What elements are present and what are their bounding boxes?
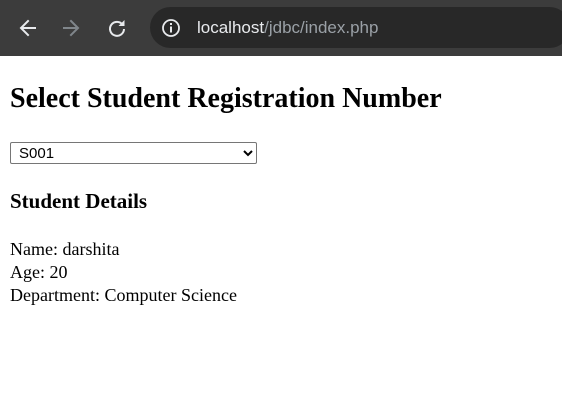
age-value: 20 [49, 262, 68, 282]
arrow-left-icon [19, 19, 36, 37]
name-row: Name: darshita [10, 238, 555, 261]
info-circle-icon [161, 18, 180, 37]
department-row: Department: Computer Science [10, 284, 555, 307]
name-value: darshita [62, 239, 120, 259]
department-label: Department: [10, 285, 100, 305]
age-row: Age: 20 [10, 261, 555, 284]
page-title: Select Student Registration Number [10, 83, 442, 114]
address-bar[interactable]: localhost/jdbc/index.php [150, 7, 562, 48]
name-label: Name: [10, 239, 58, 259]
browser-toolbar: localhost/jdbc/index.php [0, 0, 562, 56]
forward-button[interactable] [55, 12, 87, 44]
department-value: Computer Science [104, 285, 237, 305]
reload-button[interactable] [101, 12, 133, 44]
page-content: Select Student Registration Number S001 … [10, 56, 555, 307]
registration-number-select[interactable]: S001 [10, 142, 257, 164]
url-host: localhost [197, 18, 265, 37]
url-path: /jdbc/index.php [264, 18, 379, 37]
student-details: Name: darshita Age: 20 Department: Compu… [10, 238, 555, 307]
student-details-heading: Student Details [10, 189, 148, 213]
reload-icon [109, 20, 125, 37]
site-info-button[interactable] [160, 17, 181, 38]
url-text[interactable]: localhost/jdbc/index.php [197, 17, 378, 38]
arrow-right-icon [63, 19, 80, 37]
back-button[interactable] [12, 12, 44, 44]
age-label: Age: [10, 262, 45, 282]
